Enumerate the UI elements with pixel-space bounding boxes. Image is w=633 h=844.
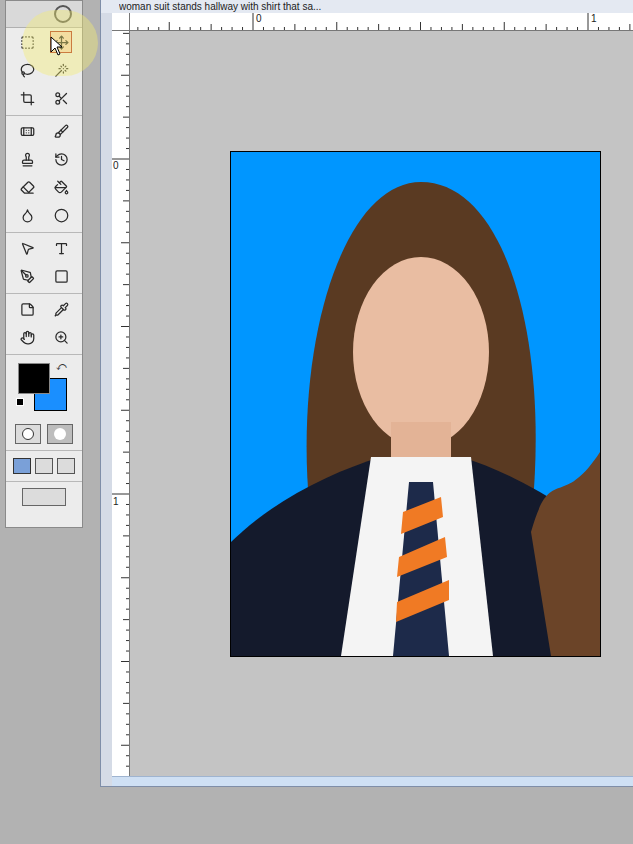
magic-wand-icon (54, 63, 69, 78)
top-ruler: 01 (130, 13, 633, 31)
tool-button[interactable] (44, 262, 78, 290)
imageready-icon[interactable] (22, 488, 66, 506)
tool-button[interactable] (10, 173, 44, 201)
tool-button[interactable] (10, 295, 44, 323)
brush-icon (54, 124, 69, 139)
ruler-ticks-icon (112, 31, 130, 776)
blur-icon (20, 208, 35, 223)
slice-icon (54, 91, 69, 106)
cursor-arrow-icon (50, 36, 64, 56)
tool-group (6, 295, 82, 355)
tool-button[interactable] (44, 201, 78, 229)
desktop: woman suit stands hallway with shirt tha… (0, 0, 633, 844)
tool-button[interactable] (44, 234, 78, 262)
screen-mode-icon[interactable] (35, 458, 53, 474)
toolbox: ⤺ (5, 0, 83, 528)
stamp-icon (20, 152, 35, 167)
tool-button[interactable] (10, 234, 44, 262)
shape-icon (54, 269, 69, 284)
eyedropper-icon (54, 302, 69, 317)
default-colors-icon[interactable] (16, 398, 24, 406)
tool-button[interactable] (10, 117, 44, 145)
portrait-photo-icon (231, 152, 600, 656)
title-text: woman suit stands hallway with shirt tha… (119, 1, 321, 13)
type-icon (54, 241, 69, 256)
dodge-icon (54, 208, 69, 223)
tool-group (6, 117, 82, 233)
tool-button[interactable] (44, 28, 78, 56)
ruler-label: 1 (113, 496, 119, 507)
toolbox-header (6, 1, 82, 28)
photo (230, 151, 601, 657)
path-select-icon (20, 241, 35, 256)
ruler-ticks-icon (130, 13, 633, 31)
eraser-icon (20, 180, 35, 195)
ruler-label: 1 (590, 13, 598, 24)
tool-button[interactable] (10, 84, 44, 112)
standard-mode-icon[interactable] (15, 424, 41, 444)
title-bar[interactable]: woman suit stands hallway with shirt tha… (101, 0, 633, 13)
foreground-swatch[interactable] (18, 363, 50, 394)
hand-icon (20, 330, 35, 345)
mask-mode-row (6, 418, 82, 451)
tool-group (6, 28, 82, 116)
gradient-icon (54, 180, 69, 195)
tool-button[interactable] (10, 145, 44, 173)
tool-button[interactable] (44, 323, 78, 351)
ruler-label: 0 (255, 13, 263, 24)
document-body: 0101 (101, 13, 633, 786)
left-ruler: 01 (112, 31, 130, 776)
ruler-label: 0 (113, 160, 119, 171)
canvas-area (130, 31, 633, 776)
imageready-row (6, 482, 82, 512)
tool-button[interactable] (44, 145, 78, 173)
tool-group (6, 234, 82, 294)
color-swatches: ⤺ (6, 356, 82, 418)
crop-icon (20, 91, 35, 106)
move-icon (54, 35, 69, 50)
tool-button[interactable] (10, 201, 44, 229)
canvas-row: 01 (112, 31, 633, 776)
tool-button[interactable] (10, 262, 44, 290)
document-window: woman suit stands hallway with shirt tha… (100, 0, 633, 787)
tool-button[interactable] (44, 173, 78, 201)
scrollbar[interactable] (112, 776, 633, 786)
pen-icon (20, 269, 35, 284)
eye-logo-icon (54, 5, 72, 23)
screen-mode-icon[interactable] (13, 458, 31, 474)
marquee-icon (20, 35, 35, 50)
tool-button[interactable] (10, 28, 44, 56)
tool-button[interactable] (10, 56, 44, 84)
zoom-icon (54, 330, 69, 345)
tool-button[interactable] (44, 295, 78, 323)
history-brush-icon (54, 152, 69, 167)
ruler-corner (112, 13, 130, 31)
top-ruler-row: 01 (112, 13, 633, 31)
tool-button[interactable] (10, 323, 44, 351)
cursor-highlight (22, 10, 98, 76)
notes-icon (20, 302, 35, 317)
tool-button[interactable] (44, 117, 78, 145)
tool-button[interactable] (44, 56, 78, 84)
tool-button[interactable] (44, 84, 78, 112)
screen-mode-row (6, 451, 82, 482)
lasso-icon (20, 63, 35, 78)
screen-mode-icon[interactable] (57, 458, 75, 474)
healing-icon (20, 124, 35, 139)
quick-mask-icon[interactable] (47, 424, 73, 444)
swap-colors-icon[interactable]: ⤺ (56, 362, 67, 372)
